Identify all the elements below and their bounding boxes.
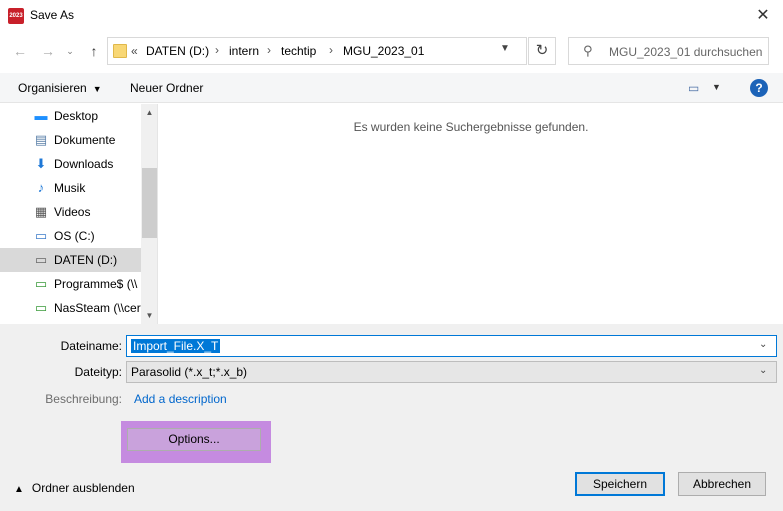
sidebar-item-label: DATEN (D:) [54, 253, 118, 267]
search-icon: ⚲ [583, 43, 593, 58]
breadcrumb-separator[interactable]: › [215, 43, 219, 57]
back-button[interactable]: ← [10, 40, 30, 62]
file-list[interactable]: Es wurden keine Suchergebnisse gefunden. [159, 104, 783, 324]
hide-folders-button[interactable]: ▲ Ordner ausblenden [14, 481, 135, 495]
sidebar-item-music[interactable]: ♪ Musik [0, 176, 141, 200]
chevron-down-icon[interactable]: ▼ [498, 43, 512, 54]
up-button[interactable]: ↑ [84, 40, 104, 62]
sidebar-item-downloads[interactable]: ⬇ Downloads [0, 152, 141, 176]
downloads-icon: ⬇ [35, 156, 47, 171]
save-button[interactable]: Speichern [575, 472, 665, 496]
app-icon: 2023 [8, 8, 24, 24]
sidebar-item-videos[interactable]: ▦ Videos [0, 200, 141, 224]
chevron-down-icon[interactable]: ⌄ [759, 365, 767, 376]
close-button[interactable]: ✕ [743, 0, 783, 32]
drive-icon: ▭ [34, 228, 48, 243]
view-options-icon[interactable]: ▭ [688, 81, 699, 95]
breadcrumb-separator[interactable]: › [329, 43, 333, 57]
empty-message: Es wurden keine Suchergebnisse gefunden. [353, 120, 589, 134]
breadcrumb-intern[interactable]: intern [229, 44, 259, 58]
chevron-down-icon: ▼ [92, 84, 102, 94]
refresh-button[interactable]: ↻ [528, 37, 556, 65]
documents-icon: ▤ [34, 132, 48, 147]
organize-label: Organisieren [18, 81, 87, 95]
videos-icon: ▦ [34, 204, 48, 219]
sidebar-item-label: OS (C:) [54, 229, 95, 243]
filetype-label: Dateityp: [74, 365, 122, 379]
search-placeholder: MGU_2023_01 durchsuchen [609, 45, 763, 59]
scroll-thumb[interactable] [142, 168, 157, 238]
network-drive-icon: ▭ [34, 276, 48, 291]
folder-icon [113, 44, 127, 58]
filename-label: Dateiname: [60, 339, 122, 353]
sidebar-item-label: Videos [54, 205, 91, 219]
sidebar-item-label: Desktop [54, 109, 99, 123]
chevron-down-icon[interactable]: ⌄ [759, 339, 767, 350]
add-description-link[interactable]: Add a description [134, 392, 227, 406]
music-icon: ♪ [37, 180, 45, 195]
filetype-select[interactable]: Parasolid (*.x_t;*.x_b) ⌄ [126, 361, 777, 383]
navigation-pane: ▬ Desktop ▤ Dokumente ⬇ Downloads ♪ Musi… [0, 104, 158, 324]
sidebar-item-label: Programme$ (\\ [54, 277, 138, 291]
recent-locations-chevron-icon[interactable]: ⌄ [60, 40, 80, 62]
sidebar-item-label: Downloads [54, 157, 114, 171]
network-drive-icon: ▭ [34, 300, 48, 315]
hide-folders-label: Ordner ausblenden [31, 481, 135, 495]
save-options-panel: Dateiname: Import_File.X_T ⌄ Dateityp: P… [0, 324, 783, 511]
sidebar-item-nassteam[interactable]: ▭ NasSteam (\\cer [0, 296, 141, 320]
sidebar-item-label: Dokumente [54, 133, 116, 147]
options-button[interactable]: Options... [127, 428, 261, 451]
breadcrumb-separator[interactable]: › [267, 43, 271, 57]
search-input[interactable]: ⚲ MGU_2023_01 durchsuchen [568, 37, 769, 65]
sidebar-item-programme[interactable]: ▭ Programme$ (\\ [0, 272, 141, 296]
filename-field[interactable]: Import_File.X_T ⌄ [126, 335, 777, 357]
sidebar-item-desktop[interactable]: ▬ Desktop [0, 104, 141, 128]
chevron-down-icon[interactable]: ▼ [712, 82, 721, 92]
description-label: Beschreibung: [45, 392, 122, 406]
title-bar: 2023 Save As ✕ [0, 0, 783, 32]
address-overflow[interactable]: « [131, 44, 138, 58]
forward-button[interactable]: → [38, 40, 58, 62]
breadcrumb-daten[interactable]: DATEN (D:) [146, 44, 209, 58]
sidebar-item-label: Musik [54, 181, 86, 195]
new-folder-button[interactable]: Neuer Ordner [130, 81, 203, 95]
window-title: Save As [30, 8, 75, 22]
address-bar[interactable]: « DATEN (D:) › intern › techtip › MGU_20… [107, 37, 527, 65]
sidebar-item-daten-d[interactable]: ▭ DATEN (D:) [0, 248, 141, 272]
options-highlight: Options... [121, 421, 271, 463]
breadcrumb-mgu[interactable]: MGU_2023_01 [343, 44, 424, 58]
chevron-up-icon: ▲ [14, 484, 24, 495]
sidebar-item-label: NasSteam (\\cer [54, 301, 141, 315]
cancel-button[interactable]: Abbrechen [678, 472, 766, 496]
sidebar-scrollbar[interactable]: ▲ ▼ [141, 104, 157, 324]
scroll-up-icon[interactable]: ▲ [141, 104, 157, 121]
scroll-down-icon[interactable]: ▼ [141, 307, 157, 324]
organize-button[interactable]: Organisieren ▼ [18, 81, 102, 95]
help-button[interactable]: ? [750, 79, 768, 97]
filetype-value: Parasolid (*.x_t;*.x_b) [131, 365, 248, 379]
breadcrumb-techtip[interactable]: techtip [281, 44, 316, 58]
drive-icon: ▭ [34, 252, 48, 267]
sidebar-item-documents[interactable]: ▤ Dokumente [0, 128, 141, 152]
desktop-icon: ▬ [34, 108, 48, 123]
filename-value[interactable]: Import_File.X_T [131, 339, 221, 353]
sidebar-item-os-c[interactable]: ▭ OS (C:) [0, 224, 141, 248]
command-bar: Organisieren ▼ Neuer Ordner ▭ ▼ ? [0, 73, 783, 103]
